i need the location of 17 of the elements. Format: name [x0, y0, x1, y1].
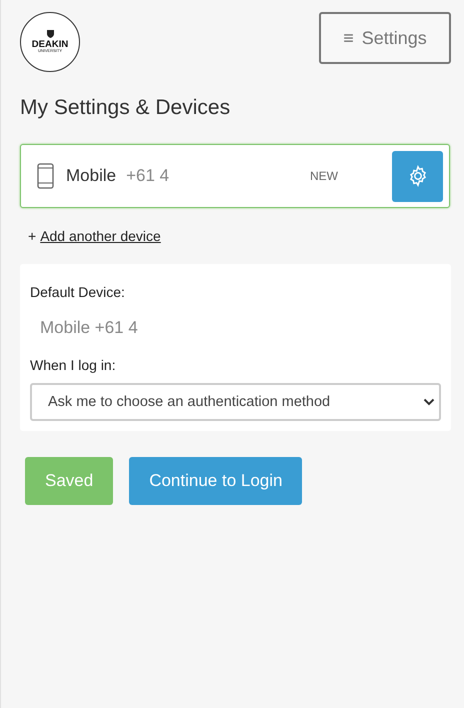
field-label: Default Device:: [30, 284, 126, 300]
settings-button[interactable]: [392, 150, 443, 202]
new-label: NEW: [310, 169, 338, 183]
device-number: +61 4: [126, 166, 170, 186]
add-device-link[interactable]: Add another device: [40, 228, 161, 244]
logo-name: DEAKIN: [32, 40, 68, 50]
settings-menu-button[interactable]: ≡ Settings: [319, 12, 451, 64]
device-name: Mobile: [66, 166, 116, 186]
default-device-value: Mobile +61 4: [40, 318, 139, 338]
crest-icon: [46, 30, 54, 38]
plus-sign: +: [28, 228, 36, 244]
chevron-down-icon: [423, 398, 435, 406]
field-label: When I log in:: [30, 357, 117, 373]
page-title: My Settings & Devices: [20, 96, 232, 120]
login-method-dropdown[interactable]: Ask me to choose an authentication method: [30, 383, 441, 421]
phone-icon: [37, 163, 54, 189]
device-card[interactable]: Mobile +61 4 NEW: [20, 144, 450, 208]
